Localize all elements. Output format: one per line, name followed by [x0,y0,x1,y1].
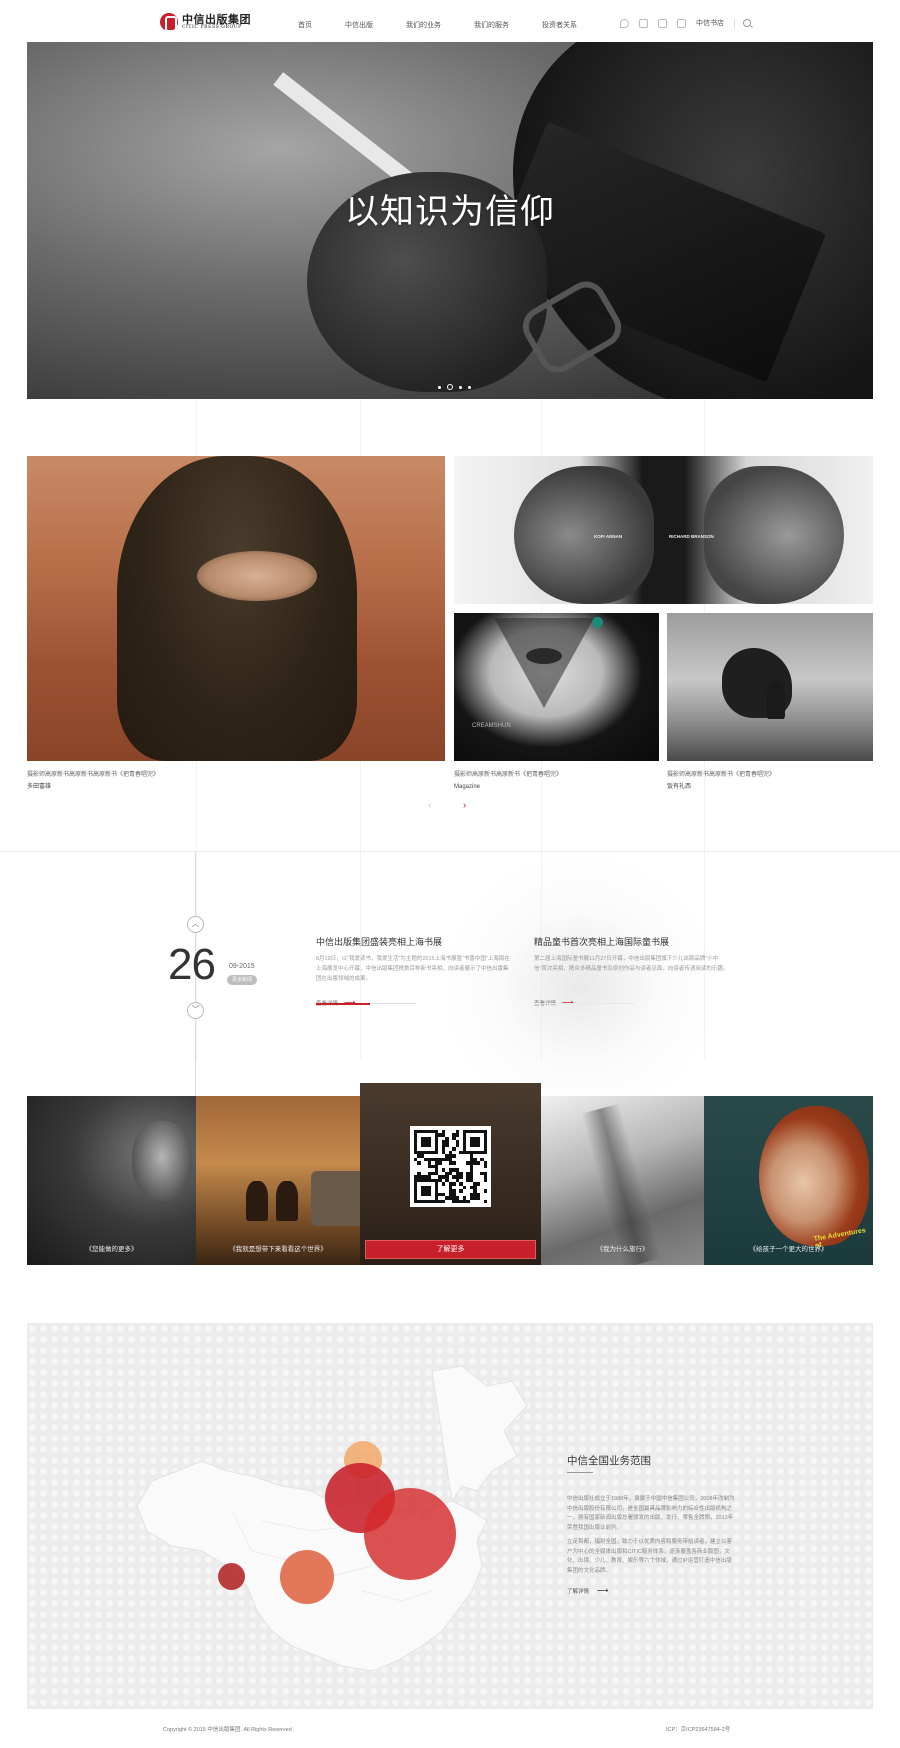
map-title-rule [567,1472,593,1473]
timeline-up-icon[interactable]: ︿ [187,916,204,933]
news-item[interactable]: 精品童书首次亮相上海国际童书展 第二届上海国际童书展11月27日开幕，中信出版集… [534,935,729,1007]
news-underline [534,1003,634,1004]
logo[interactable]: 中信出版集团 CITIC PRESS GROUP [160,12,251,32]
eye-icon [526,648,562,664]
book-title: 《我就是想带下来看看这个世界》 [229,1246,327,1253]
gallery-next-icon[interactable]: › [463,800,466,811]
learn-more-button[interactable]: 了解更多 [365,1240,536,1259]
book-title: 《您能做的更多》 [85,1246,138,1253]
hero-banner[interactable]: 以知识为信仰 [27,42,873,399]
book-tile-4[interactable]: 《我为什么旅行》 [541,1096,704,1265]
edit-icon[interactable] [639,18,648,28]
phone-icon[interactable] [620,18,629,28]
store-link[interactable]: 中信书店 [696,18,724,28]
slider-dot[interactable] [438,385,441,389]
tool-divider [734,18,735,28]
portrait-right-shape [704,466,844,604]
caption-title: 摄影师高原新书高原新书高原新书《把青春唱完》 [27,772,160,778]
caption-sub: Magazine [454,784,481,790]
logo-mark-icon [160,13,178,32]
map-more-link[interactable]: 了解详情 ⟶ [567,1586,608,1595]
news-underline-active [316,1003,370,1005]
person-shape [276,1181,298,1221]
man-portrait-shape [132,1121,192,1201]
search-icon[interactable] [743,19,751,27]
bubble-east[interactable] [364,1488,456,1580]
gallery-caption-1[interactable]: 摄影师高原新书高原新书高原新书《把青春唱完》 多田富雄 [27,769,159,793]
caption-title: 摄影师高原新书高原新书《把青春唱完》 [667,772,776,778]
business-map-section: 中信全国业务范围 中信出版社成立于1988年，隶属于中国中信集团公司，2008年… [27,1323,873,1709]
timeline-down-icon[interactable]: ﹀ [187,1002,204,1019]
portrait-label-left: KOFI ANNAN [594,534,623,539]
portrait-label-right: RICHARD BRANSON [669,534,714,539]
news-body: 8月19日，以“我爱读书，我爱生活”为主题的2015上海书展暨“书香中国”上海周… [316,956,510,982]
slider-dot[interactable] [459,385,462,389]
caption-sub: 饭有礼西 [667,784,692,790]
book-icon[interactable] [677,18,686,28]
caption-title: 摄影师高原新书高原新书《把青春唱完》 [454,772,563,778]
headwrap-shape [117,456,357,761]
more-news-badge[interactable]: 更多新闻 [227,975,257,985]
nav-home[interactable]: 首页 [298,20,345,30]
book-tile-5[interactable]: The Adventures of 《给孩子一个更大的世界》 [704,1096,873,1265]
person-shape [246,1181,268,1221]
news-title[interactable]: 中信出版集团盛装亮相上海书展 [316,935,511,948]
map-paragraph-1: 中信出版社成立于1988年，隶属于中国中信集团公司，2008年改制为中信出版股份… [567,1496,735,1531]
eyes-shape [197,551,317,601]
doc-icon[interactable] [658,18,667,28]
news-item[interactable]: 中信出版集团盛装亮相上海书展 8月19日，以“我爱读书，我爱生活”为主题的201… [316,935,511,1007]
qr-panel: 了解更多 [360,1083,541,1265]
news-body: 第二届上海国际童书展11月27日开幕，中信出版集团旗下少儿出版品牌“小中信”首次… [534,956,729,972]
qr-code-icon [410,1126,491,1207]
nav-citic-press[interactable]: 中信出版 [345,20,406,30]
map-title: 中信全国业务范围 [567,1455,651,1467]
header-tools: 中信书店 [620,18,751,28]
gallery-tile-tattoo[interactable]: CREAMSHUN [454,613,659,761]
slider-dot-active[interactable] [447,384,453,390]
tattoo-brand: CREAMSHUN [472,723,511,729]
nav-business[interactable]: 我们的业务 [406,20,474,30]
dune-ridge-shape [580,1103,662,1265]
news-day: 26 [168,940,216,989]
gallery-tile-desert[interactable] [27,456,445,761]
footer-icp[interactable]: ICP：京ICP23647584-2号 [666,1725,730,1733]
child-shape [767,681,785,719]
gallery-tile-dog[interactable] [667,613,873,761]
footer-copyright: Copyright © 2015 中信出版集团. All Rights Rese… [163,1727,292,1733]
slider-dot[interactable] [468,385,471,389]
news-title[interactable]: 精品童书首次亮相上海国际童书展 [534,935,729,948]
gallery-prev-icon[interactable]: ‹ [428,800,431,811]
nav-services[interactable]: 我们的服务 [474,20,542,30]
map-paragraph-2: 立足首都，辐射全国，致力于以优质内容和服务带给读者，建立以客户为中心的全媒体出版… [567,1539,733,1574]
book-title: 《给孩子一个更大的世界》 [749,1246,828,1253]
gallery-caption-3[interactable]: 摄影师高原新书高原新书《把青春唱完》 饭有礼西 [667,769,775,793]
arrow-right-icon: ⟶ [597,1586,609,1595]
car-shape [311,1171,360,1226]
woman-portrait-shape [759,1106,869,1246]
site-header: 中信出版集团 CITIC PRESS GROUP 首页 中信出版 我们的业务 我… [0,0,900,42]
news-year-month: 09-2015 [229,963,255,970]
green-dot [592,617,603,628]
bubble-south[interactable] [280,1550,334,1604]
book-tile-1[interactable]: 《您能做的更多》 [27,1096,196,1265]
portrait-left-shape [514,466,654,604]
logo-en: CITIC PRESS GROUP [182,24,242,30]
gallery-caption-2[interactable]: 摄影师高原新书高原新书《把青春唱完》 Magazine [454,769,562,793]
logo-cn: 中信出版集团 [182,12,251,26]
hero-title: 以知识为信仰 [345,193,555,231]
book-title: 《我为什么旅行》 [596,1246,649,1253]
slider-dots [435,384,474,390]
book-tile-2[interactable]: 《我就是想带下来看看这个世界》 [196,1096,360,1265]
gallery-tile-portraits[interactable]: KOFI ANNAN RICHARD BRANSON [454,456,873,604]
bubble-west[interactable] [218,1563,245,1590]
nav-investors[interactable]: 投资者关系 [542,20,577,30]
main-nav: 首页 中信出版 我们的业务 我们的服务 投资者关系 [298,20,577,30]
caption-sub: 多田富雄 [27,784,52,790]
